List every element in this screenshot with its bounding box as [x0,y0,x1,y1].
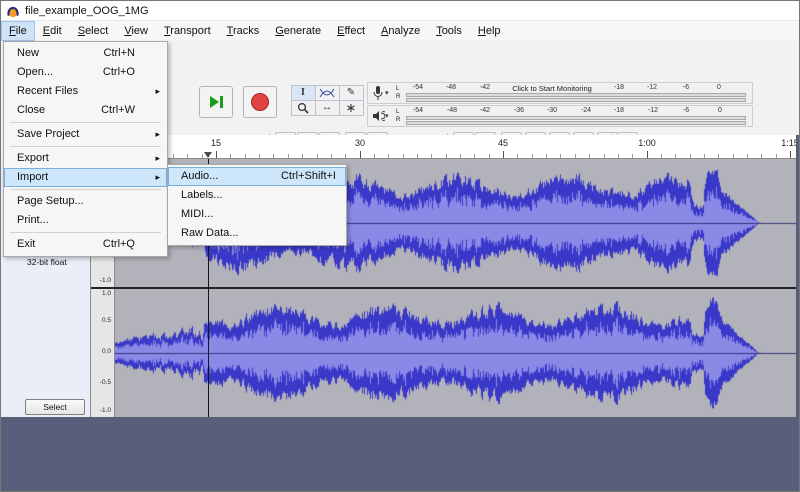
menu-item-import-raw-data[interactable]: Raw Data... [168,224,346,243]
audacity-logo-icon [7,6,19,17]
envelope-tool-button[interactable] [314,84,340,101]
menu-item-save-project[interactable]: Save Project ▸ [4,125,167,144]
dropdown-arrow-icon: ▾ [385,113,389,120]
menu-item-exit[interactable]: Exit Ctrl+Q [4,235,167,254]
playback-meter[interactable]: ▾ LR -54 -48 -42 -36 -30 -24 -18 -12 -6 … [367,105,753,127]
menu-item-open[interactable]: Open... Ctrl+O [4,63,167,82]
multi-tool-icon: ∗ [345,99,357,115]
submenu-arrow-icon: ▸ [155,129,160,139]
playback-meter-bar-right [406,121,746,125]
menu-item-export[interactable]: Export ▸ [4,149,167,168]
track-format-label: 32-bit float [27,257,67,267]
menubar-file[interactable]: File [1,21,35,41]
selection-tool-button[interactable]: I [290,84,316,101]
menu-item-close[interactable]: Close Ctrl+W [4,101,167,120]
recording-meter-bar-left [406,93,746,97]
menu-item-import[interactable]: Import ▸ [4,168,167,187]
menubar-generate[interactable]: Generate [267,21,329,41]
menubar-effect[interactable]: Effect [329,21,373,41]
record-icon [251,93,269,111]
submenu-arrow-icon: ▸ [155,86,160,96]
draw-tool-button[interactable]: ✎ [338,84,364,101]
menubar-select[interactable]: Select [70,21,117,41]
pencil-icon: ✎ [346,87,356,98]
menubar-view[interactable]: View [116,21,156,41]
menu-item-page-setup[interactable]: Page Setup... [4,192,167,211]
playback-meter-bar-left [406,116,746,120]
meter-channel-labels: LR [396,109,401,123]
skip-to-end-icon [210,96,223,108]
recording-meter-scale: -54 -48 -42 -18 -12 -6 0 Click to Start … [412,84,721,93]
meter-channel-labels: LR [396,86,401,100]
submenu-arrow-icon: ▸ [155,172,160,182]
menu-item-new[interactable]: New Ctrl+N [4,44,167,63]
menu-item-print[interactable]: Print... [4,211,167,230]
timeshift-icon: ↔ [322,102,332,113]
audacity-window: file_example_OOG_1MG File Edit Select Vi… [0,0,800,492]
dropdown-arrow-icon: ▾ [385,90,389,97]
vertical-scale-channel-2[interactable]: 1.0 0.5 0.0 -0.5 -1.0 [91,289,115,417]
menubar-edit[interactable]: Edit [35,21,70,41]
envelope-icon [319,88,335,97]
meter-message: Click to Start Monitoring [509,84,595,93]
recording-meter[interactable]: ▾ LR -54 -48 -42 -18 -12 -6 0 Click to S… [367,82,753,104]
menubar-help[interactable]: Help [470,21,509,41]
submenu-arrow-icon: ▸ [155,153,160,163]
microphone-icon [373,86,383,100]
channel-divider [91,287,796,289]
window-title: file_example_OOG_1MG [25,4,149,17]
menu-item-import-audio[interactable]: Audio... Ctrl+Shift+I [168,167,346,186]
tools-toolbar: I ✎ ↔ ∗ [290,84,365,117]
title-bar: file_example_OOG_1MG [1,1,799,21]
file-menu: New Ctrl+N Open... Ctrl+O Recent Files ▸ Cl… [3,41,168,257]
zoom-tool-button[interactable] [290,99,316,116]
playhead-marker-icon[interactable] [204,152,212,158]
import-submenu: Audio... Ctrl+Shift+I Labels... MIDI... R… [167,164,347,246]
skip-to-end-button[interactable] [199,86,233,118]
ibeam-icon: I [301,87,305,98]
menubar-transport[interactable]: Transport [156,21,219,41]
multi-tool-button[interactable]: ∗ [338,99,364,116]
timeshift-tool-button[interactable]: ↔ [314,99,340,116]
magnifier-icon [297,102,309,114]
playback-meter-scale: -54 -48 -42 -36 -30 -24 -18 -12 -6 0 [412,107,722,114]
menu-item-import-labels[interactable]: Labels... [168,186,346,205]
menubar-tracks[interactable]: Tracks [219,21,268,41]
record-button[interactable] [243,86,277,118]
track-select-button[interactable]: Select [25,399,85,415]
menu-item-recent-files[interactable]: Recent Files ▸ [4,82,167,101]
waveform-channel-2[interactable] [115,289,796,417]
recording-meter-bar-right [406,98,746,102]
menubar-analyze[interactable]: Analyze [373,21,428,41]
menu-bar: File Edit Select View Transport Tracks G… [1,21,799,42]
menubar-tools[interactable]: Tools [428,21,470,41]
speaker-icon [373,111,385,121]
empty-workspace-background [1,417,799,491]
menu-item-import-midi[interactable]: MIDI... [168,205,346,224]
